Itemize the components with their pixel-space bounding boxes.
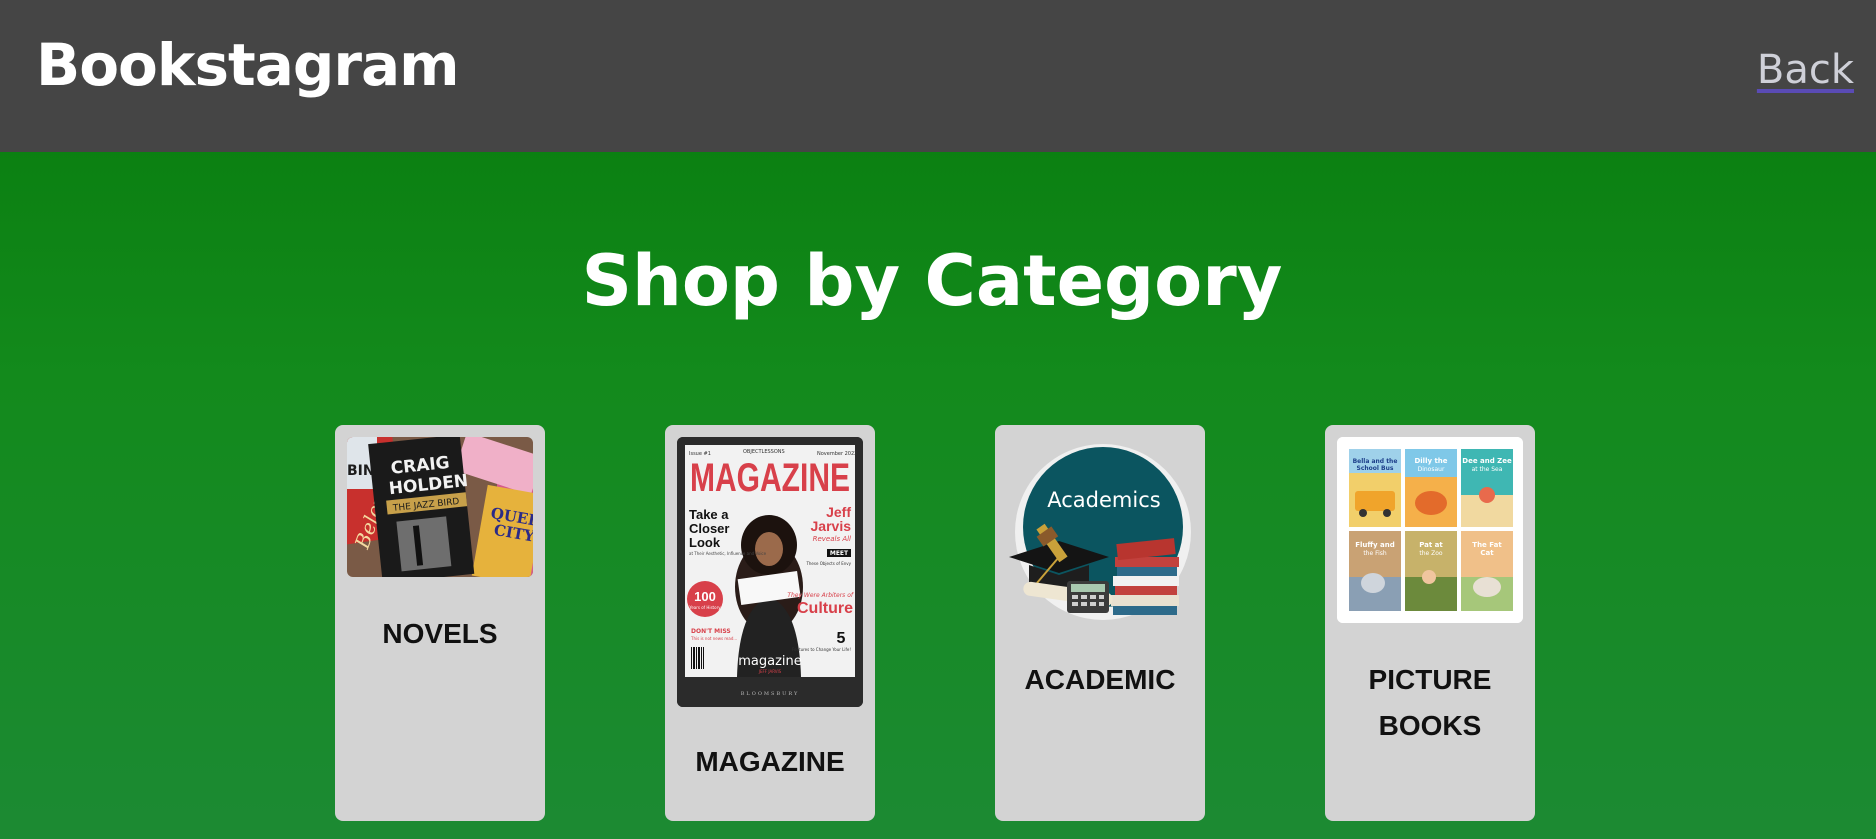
svg-text:magazine: magazine [738,654,802,669]
svg-text:Dee and Zee: Dee and Zee [1462,457,1512,465]
svg-text:Dilly the: Dilly the [1414,457,1447,465]
picture-books-image: Bella and the School Bus Dilly the Dinos… [1337,437,1523,623]
svg-text:Closer: Closer [689,521,729,536]
top-navbar: Bookstagram Back [0,0,1876,152]
svg-text:The Fat: The Fat [1472,541,1502,549]
category-label-magazine: MAGAZINE [695,746,845,777]
category-card-academic[interactable]: Academics ACADEMIC [995,425,1205,821]
svg-text:This is not news read...: This is not news read... [690,636,737,641]
svg-text:Features to Change Your Life!: Features to Change Your Life! [792,647,851,652]
svg-text:Jarvis: Jarvis [811,518,852,534]
svg-text:Look: Look [689,535,721,550]
svg-text:the Zoo: the Zoo [1419,550,1443,557]
novels-image: Beloved BIN QUEEN CITY CRAIG HOLDEN THE … [347,437,533,577]
category-card-magazine[interactable]: Issue #1 OBJECTLESSONS November 2022 MAG… [665,425,875,821]
svg-text:They Were Arbiters of: They Were Arbiters of [787,592,854,599]
svg-text:DON'T MISS: DON'T MISS [691,628,731,635]
category-card-novels[interactable]: Beloved BIN QUEEN CITY CRAIG HOLDEN THE … [335,425,545,821]
svg-text:100: 100 [694,589,716,604]
brand-logo[interactable]: Bookstagram [36,36,460,94]
category-label-academic: ACADEMIC [1024,664,1176,695]
svg-text:Take a: Take a [689,507,729,522]
svg-text:These Objects of Envy: These Objects of Envy [805,561,851,566]
magazine-image: Issue #1 OBJECTLESSONS November 2022 MAG… [677,437,863,707]
category-label-picture-books: PICTURE BOOKS [1325,657,1535,749]
svg-text:JEFF JARVIS: JEFF JARVIS [758,669,782,674]
svg-text:5: 5 [837,630,846,647]
svg-text:Dinosaur: Dinosaur [1418,466,1445,473]
svg-text:Years of History: Years of History [688,605,721,610]
svg-text:Reveals All: Reveals All [813,535,851,543]
svg-text:School Bus: School Bus [1357,465,1394,472]
page-title: Shop by Category [581,240,1283,322]
category-label-line-1: PICTURE [1368,664,1492,695]
svg-text:at the Sea: at the Sea [1472,466,1503,473]
svg-text:BLOOMSBURY: BLOOMSBURY [741,691,800,697]
back-link[interactable]: Back [1757,50,1854,90]
category-card-picture-books[interactable]: Bella and the School Bus Dilly the Dinos… [1325,425,1535,821]
svg-text:OBJECTLESSONS: OBJECTLESSONS [743,449,785,455]
svg-text:the Fish: the Fish [1363,550,1387,557]
svg-text:Bella and the: Bella and the [1353,458,1398,465]
academic-image: Academics [1007,437,1193,627]
svg-text:MAGAZINE: MAGAZINE [690,456,850,500]
category-label-line-2: BOOKS [1378,710,1482,741]
svg-text:Cat: Cat [1480,549,1494,557]
svg-text:at Their Aesthetic, Influence: at Their Aesthetic, Influence and Voice [689,551,767,556]
svg-text:Fluffy and: Fluffy and [1355,541,1395,549]
svg-text:Pat at: Pat at [1419,541,1443,549]
svg-text:MEET: MEET [830,550,849,557]
svg-text:Academics: Academics [1047,488,1160,512]
category-label-novels: NOVELS [382,618,498,649]
svg-text:Culture: Culture [797,600,853,617]
